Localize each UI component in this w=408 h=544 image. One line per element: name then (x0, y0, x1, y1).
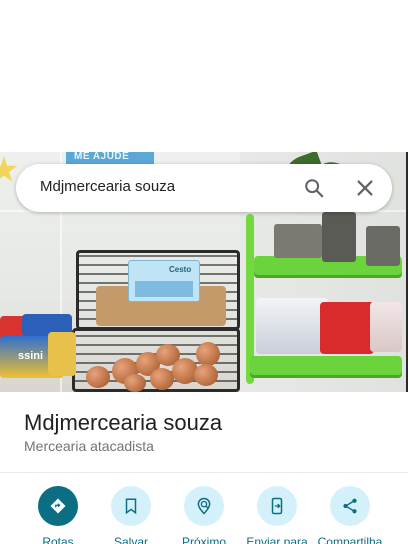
star-decoration (0, 156, 18, 182)
onion (196, 342, 220, 366)
plant-pot (274, 224, 322, 258)
nearby-button[interactable]: Próximo (166, 486, 242, 544)
directions-icon (38, 486, 78, 526)
share-button[interactable]: Compartilha (312, 486, 388, 544)
container (366, 226, 400, 266)
jar (322, 212, 356, 262)
shelf (250, 356, 402, 378)
search-input[interactable]: Mdjmercearia souza (40, 178, 175, 195)
onion (86, 366, 110, 388)
search-icon[interactable] (302, 176, 326, 200)
close-icon[interactable] (353, 176, 377, 200)
share-icon (330, 486, 370, 526)
onion (150, 368, 174, 390)
snack-bags (256, 298, 328, 354)
action-label: Enviar para (246, 535, 308, 544)
place-title: Mdjmercearia souza (24, 410, 223, 435)
snack-brand-text: ssini (18, 350, 44, 362)
send-to-phone-button[interactable]: Enviar para (239, 486, 315, 544)
action-label: Compartilha (317, 535, 383, 544)
onion (194, 364, 218, 386)
action-label: Salvar (113, 535, 148, 544)
product-label: Cesto (128, 260, 200, 302)
send-to-phone-icon (257, 486, 297, 526)
save-button[interactable]: Salvar (93, 486, 169, 544)
onion (124, 374, 146, 392)
snack-bags (320, 302, 374, 354)
bookmark-icon (111, 486, 151, 526)
search-bar[interactable]: Mdjmercearia souza (16, 164, 392, 212)
action-label: Rotas (42, 535, 74, 544)
nearby-icon (184, 486, 224, 526)
place-category: Mercearia atacadista (24, 438, 154, 454)
banner-text: ME AJUDE (74, 152, 130, 162)
divider (0, 472, 408, 473)
snack-bags (370, 302, 402, 352)
banner-sign: ME AJUDE (66, 152, 154, 164)
blank-header-area (0, 0, 408, 152)
directions-button[interactable]: Rotas (20, 486, 96, 544)
snack-bag (48, 332, 76, 376)
label-text: Cesto (169, 265, 192, 274)
action-label: Próximo (181, 535, 226, 544)
